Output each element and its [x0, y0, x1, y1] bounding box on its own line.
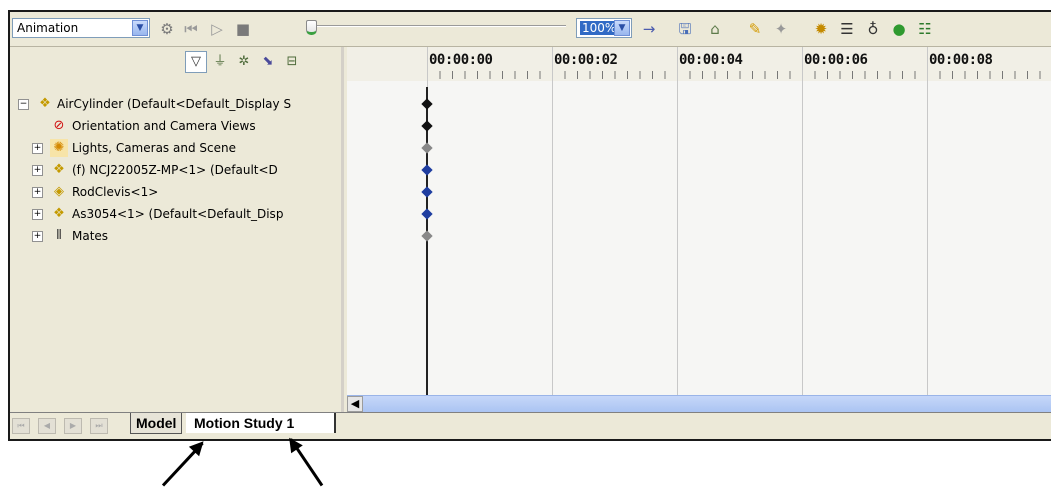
tree-item-ncj22005z-mp[interactable]: + ❖ (f) NCJ22005Z-MP<1> (Default<D — [10, 159, 344, 181]
zoom-value: 100% — [580, 21, 619, 35]
mates-icon: ⫴ — [56, 228, 62, 243]
collapse-icon[interactable]: − — [18, 99, 29, 110]
tree-item-label: As3054<1> (Default<Default_Disp — [72, 207, 284, 221]
ruler-minor-ticks — [427, 71, 1051, 79]
tree-item-aircylinder[interactable]: − ❖ AirCylinder (Default<Default_Display… — [10, 93, 344, 115]
key-point[interactable] — [421, 142, 433, 154]
prev-tab-icon[interactable]: ◀ — [38, 418, 56, 434]
tree-item-label: Mates — [72, 229, 109, 243]
key-point[interactable] — [421, 186, 433, 198]
playback-speed-slider-track[interactable] — [310, 25, 566, 27]
filter-results-icon[interactable]: ⬊ — [257, 51, 279, 73]
expand-icon[interactable]: + — [32, 143, 43, 154]
key-point[interactable] — [421, 208, 433, 220]
orientation-icon: ⊘ — [53, 118, 65, 133]
feature-tree: − ❖ AirCylinder (Default<Default_Display… — [10, 93, 341, 412]
play-icon[interactable]: ▷ — [206, 18, 228, 40]
tree-item-label: RodClevis<1> — [72, 185, 159, 199]
filter-toolbar: ▽ ⏚ ✲ ⬊ ⊟ — [185, 51, 345, 73]
arrow-icon[interactable]: → — [638, 18, 660, 40]
time-ruler[interactable]: 00:00:00 00:00:02 00:00:04 00:00:06 00:0… — [347, 47, 1051, 81]
tab-motion-study-1[interactable]: Motion Study 1 — [186, 413, 336, 433]
zoom-select[interactable]: 100% ▼ — [576, 18, 632, 38]
expand-icon[interactable]: + — [32, 187, 43, 198]
tick-label: 00:00:00 — [429, 52, 493, 68]
animation-wizard-icon[interactable]: ⌂ — [704, 18, 726, 40]
tree-item-rodclevis[interactable]: + ◈ RodClevis<1> — [10, 181, 344, 203]
timeline-horizontal-scrollbar[interactable]: ◀ — [347, 395, 1051, 413]
lights-icon: ✺ — [50, 139, 68, 157]
expand-icon[interactable]: + — [32, 165, 43, 176]
save-animation-icon[interactable]: 🖫 — [674, 18, 696, 40]
timeline-area[interactable]: 00:00:00 00:00:02 00:00:04 00:00:06 00:0… — [347, 47, 1051, 395]
assembly-icon: ❖ — [53, 162, 65, 177]
playback-speed-slider-thumb[interactable] — [306, 20, 317, 35]
key-point[interactable] — [421, 230, 433, 242]
expand-icon[interactable]: + — [32, 209, 43, 220]
assembly-icon: ❖ — [39, 96, 51, 111]
filter-driving-icon[interactable]: ⏚ — [209, 51, 231, 73]
tree-item-label: (f) NCJ22005Z-MP<1> (Default<D — [72, 163, 278, 177]
add-key-icon[interactable]: ✦ — [770, 18, 792, 40]
properties-icon[interactable]: ☷ — [914, 18, 936, 40]
grid-line — [677, 47, 678, 395]
chevron-down-icon[interactable]: ▼ — [132, 20, 148, 36]
filter-all-icon[interactable]: ⊟ — [281, 51, 303, 73]
tab-model[interactable]: Model — [130, 413, 183, 434]
spring-icon[interactable]: ☰ — [836, 18, 858, 40]
assembly-icon: ❖ — [53, 206, 65, 221]
tree-item-mates[interactable]: + ⫴ Mates — [10, 225, 344, 247]
tree-item-lights-cameras-scene[interactable]: + ✺ Lights, Cameras and Scene — [10, 137, 344, 159]
damper-icon[interactable]: ♁ — [862, 18, 884, 40]
filter-animated-icon[interactable]: ▽ — [185, 51, 207, 73]
study-tab-bar: ⏮ ◀ ▶ ⏭ Model Motion Study 1 — [10, 412, 1051, 439]
study-type-value: Animation — [17, 21, 79, 35]
last-tab-icon[interactable]: ⏭ — [90, 418, 108, 434]
autokey-icon[interactable]: ✎ — [744, 18, 766, 40]
motion-feature-tree-panel: ▽ ⏚ ✲ ⬊ ⊟ − ❖ AirCylinder (Default<Defau… — [10, 47, 344, 412]
tree-item-label: Lights, Cameras and Scene — [72, 141, 236, 155]
tree-item-label: Orientation and Camera Views — [72, 119, 256, 133]
part-icon: ◈ — [54, 184, 64, 199]
callout-arrow-model-tab — [161, 442, 204, 487]
calculate-icon[interactable]: ⚙ — [156, 18, 178, 40]
motor-icon[interactable]: ✹ — [810, 18, 832, 40]
scroll-left-icon[interactable]: ◀ — [347, 396, 363, 412]
next-tab-icon[interactable]: ▶ — [64, 418, 82, 434]
contact-icon[interactable]: ● — [888, 18, 910, 40]
motion-manager-toolbar: Animation ▼ ⚙ ⏮ ▷ ■ 100% ▼ → 🖫 ⌂ ✎ ✦ ✹ ☰… — [10, 12, 1051, 47]
key-point[interactable] — [421, 98, 433, 110]
tick-label: 00:00:06 — [804, 52, 868, 68]
grid-line — [802, 47, 803, 395]
stop-icon[interactable]: ■ — [232, 18, 254, 40]
key-point[interactable] — [421, 164, 433, 176]
first-tab-icon[interactable]: ⏮ — [12, 418, 30, 434]
tick-label: 00:00:08 — [929, 52, 993, 68]
grid-line — [552, 47, 553, 395]
tick-label: 00:00:04 — [679, 52, 743, 68]
tree-item-label: AirCylinder (Default<Default_Display S — [57, 97, 292, 111]
key-point[interactable] — [421, 120, 433, 132]
expand-icon[interactable]: + — [32, 231, 43, 242]
tick-label: 00:00:02 — [554, 52, 618, 68]
tree-item-as3054[interactable]: + ❖ As3054<1> (Default<Default_Disp — [10, 203, 344, 225]
motion-manager-window: Animation ▼ ⚙ ⏮ ▷ ■ 100% ▼ → 🖫 ⌂ ✎ ✦ ✹ ☰… — [8, 10, 1051, 441]
study-type-select[interactable]: Animation ▼ — [12, 18, 150, 38]
callout-arrow-motion-study-tab — [289, 438, 324, 487]
grid-line — [927, 47, 928, 395]
filter-selected-icon[interactable]: ✲ — [233, 51, 255, 73]
chevron-down-icon[interactable]: ▼ — [614, 20, 630, 36]
tree-item-orientation-camera-views[interactable]: ⊘ Orientation and Camera Views — [10, 115, 344, 137]
play-from-start-icon[interactable]: ⏮ — [180, 18, 202, 40]
